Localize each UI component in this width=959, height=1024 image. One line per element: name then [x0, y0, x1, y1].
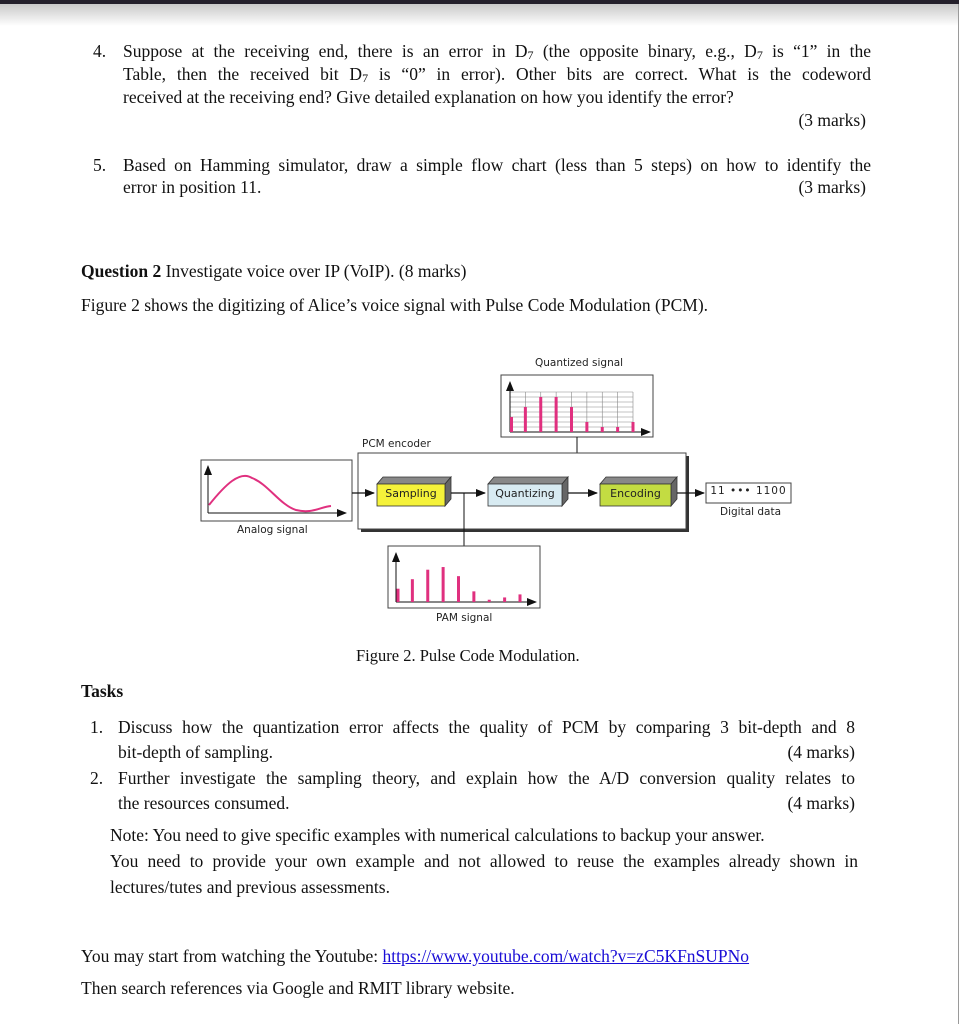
- quantized-bar: [554, 397, 558, 432]
- pam-bar: [396, 588, 400, 602]
- note-line: lectures/tutes and previous assessments.: [110, 877, 390, 897]
- analog-signal-box: [200, 459, 353, 522]
- digital-data-value: 11 ••• 1100: [710, 485, 787, 497]
- quantized-bar: [631, 422, 635, 432]
- pam-bar: [457, 576, 460, 602]
- quantized-signal-box: [500, 374, 654, 438]
- pcm-encoder-label: PCM encoder: [362, 438, 431, 450]
- figure-caption: Figure 2. Pulse Code Modulation.: [356, 646, 580, 665]
- task-text-line: Discuss how the quantization error affec…: [118, 717, 855, 737]
- task-text-line: the resources consumed.: [118, 793, 290, 813]
- pam-bar: [426, 569, 430, 602]
- quantized-signal-label: Quantized signal: [535, 357, 624, 369]
- task-text-line: bit-depth of sampling.: [118, 742, 274, 762]
- note-line: Note: You need to give specific examples…: [110, 825, 765, 845]
- quantized-bar: [585, 422, 589, 432]
- quantized-bar: [539, 397, 543, 432]
- marks-label: (4 marks): [787, 793, 855, 813]
- digital-data-label: Digital data: [720, 506, 782, 518]
- pam-signal-label: PAM signal: [436, 612, 493, 624]
- pam-bar: [518, 594, 522, 602]
- quantized-bar: [570, 407, 573, 432]
- note-line: You need to provide your own example and…: [110, 851, 858, 871]
- quantized-bar: [616, 427, 620, 432]
- marks-label: (4 marks): [787, 742, 855, 762]
- quantized-bar: [510, 417, 513, 432]
- quantized-bar: [600, 427, 604, 432]
- task-text-line: Further investigate the sampling theory,…: [118, 768, 855, 788]
- task-number: 2.: [90, 768, 104, 788]
- pam-bar: [441, 567, 445, 602]
- references-line: Then search references via Google and RM…: [81, 978, 515, 998]
- sampling-label: Sampling: [385, 487, 437, 500]
- pam-bar: [410, 579, 414, 602]
- quantizing-label: Quantizing: [495, 487, 555, 500]
- tasks-heading: Tasks: [81, 681, 124, 701]
- youtube-line: You may start from watching the Youtube:…: [81, 946, 750, 966]
- quantized-bar: [523, 407, 527, 432]
- pam-signal-box: [387, 545, 541, 609]
- pam-bar: [472, 591, 476, 602]
- analog-signal-label: Analog signal: [237, 524, 308, 536]
- task-number: 1.: [90, 717, 104, 737]
- youtube-link[interactable]: https://www.youtube.com/watch?v=zC5KFnSU…: [383, 946, 750, 966]
- pam-bar: [487, 599, 491, 602]
- pam-bar: [503, 597, 507, 602]
- encoding-label: Encoding: [610, 487, 661, 500]
